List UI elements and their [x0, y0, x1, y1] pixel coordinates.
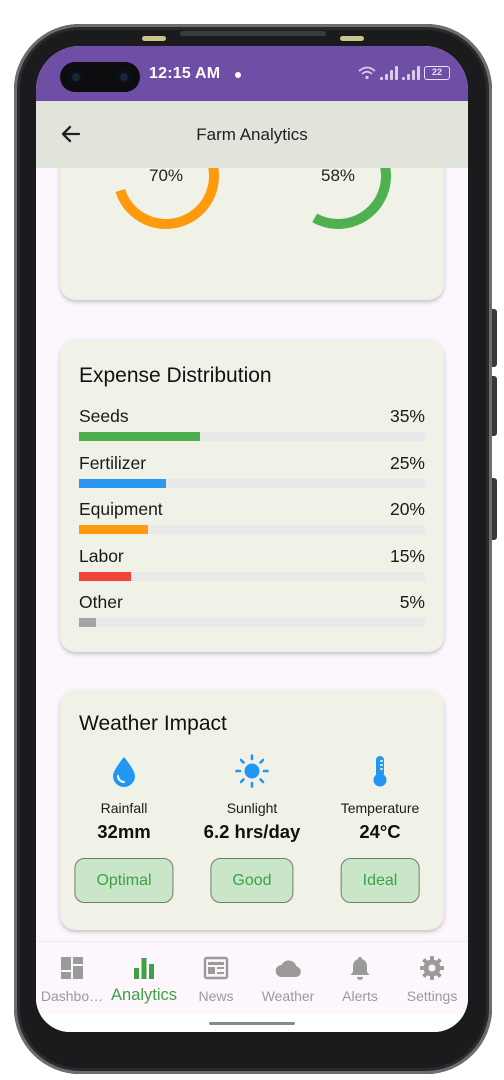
card-title: Expense Distribution	[79, 364, 272, 387]
notification-dot	[235, 72, 241, 78]
cloud-icon	[275, 960, 301, 978]
gauge-value: 58%	[320, 168, 356, 185]
expense-percent: 5%	[399, 592, 425, 612]
sun-icon	[235, 754, 269, 788]
weather-label: Temperature	[340, 800, 420, 816]
weather-value: 6.2 hrs/day	[203, 821, 301, 842]
nav-item-alerts[interactable]: Alerts	[324, 942, 396, 1014]
sensor-left	[142, 36, 166, 41]
expense-bar-fill	[79, 432, 201, 441]
nav-label: Weather	[261, 988, 315, 1004]
expense-label: Fertilizer	[79, 452, 147, 473]
gauge-value: 70%	[148, 168, 184, 185]
status-icons: 22	[358, 66, 450, 80]
water-drop-icon	[113, 757, 135, 787]
expense-percent: 15%	[389, 545, 425, 566]
progress-gauge: 58%	[280, 168, 396, 234]
analytics-content[interactable]: 70% 58% Expense Distribution Seeds 35% Fe…	[36, 168, 468, 941]
volume-down-button	[492, 376, 497, 436]
expense-label: Labor	[79, 545, 124, 566]
sensor-right	[340, 36, 364, 41]
weather-value: 32mm	[97, 821, 151, 842]
expense-bar-track	[79, 571, 425, 581]
expense-label: Seeds	[79, 406, 129, 426]
weather-label: Sunlight	[226, 800, 278, 816]
expense-bar-track	[79, 478, 425, 488]
expense-bar-fill	[79, 618, 97, 627]
weather-value: 24°C	[359, 821, 401, 842]
dashboard-icon	[61, 957, 83, 979]
weather-label: Rainfall	[100, 800, 148, 816]
nav-label: Settings	[406, 988, 458, 1004]
card-title: Weather Impact	[79, 712, 227, 735]
expense-label: Equipment	[79, 499, 163, 519]
expense-percent: 35%	[389, 406, 425, 426]
wifi-icon	[358, 66, 376, 80]
battery-icon: 22	[424, 66, 450, 80]
gear-icon	[420, 956, 445, 980]
expense-bar-fill	[79, 525, 149, 534]
expense-item: Other 5%	[79, 592, 425, 639]
signal-icon	[402, 66, 420, 80]
camera-lens	[117, 70, 131, 84]
weather-impact-card: Weather Impact Rainfall 32mm Optimal Sun…	[60, 690, 444, 930]
expense-distribution-card: Expense Distribution Seeds 35% Fertilizer…	[60, 340, 444, 652]
thermometer-icon	[373, 756, 387, 787]
expense-percent: 20%	[389, 499, 425, 519]
weather-metric-temperature: Temperature 24°C Ideal	[316, 754, 444, 914]
expense-bar-fill	[79, 571, 131, 581]
nav-label: Dashbo…	[40, 988, 104, 1004]
signal-icon	[380, 66, 398, 80]
expense-item: Seeds 35%	[79, 406, 425, 453]
expense-item: Fertilizer 25%	[79, 453, 425, 500]
screen: 12:15 AM 22 Farm Analytics 70% 58% Expen…	[36, 46, 468, 1032]
nav-label: Analytics	[111, 986, 178, 1004]
nav-item-dashboard[interactable]: Dashbo…	[36, 942, 108, 1014]
gauge-card: 70% 58%	[60, 168, 444, 300]
expense-item: Equipment 20%	[79, 499, 425, 546]
home-indicator[interactable]	[209, 1022, 295, 1025]
expense-bar-fill	[79, 478, 166, 488]
status-time: 12:15 AM	[149, 65, 221, 82]
weather-metric-sunlight: Sunlight 6.2 hrs/day Good	[188, 754, 316, 914]
earpiece	[180, 31, 326, 36]
status-badge: Optimal	[74, 858, 174, 903]
nav-item-analytics[interactable]: Analytics	[108, 942, 180, 1014]
status-badge: Good	[210, 858, 294, 903]
bar-chart-icon	[134, 958, 155, 979]
camera-lens	[69, 70, 83, 84]
expense-bar-track	[79, 432, 425, 441]
front-camera	[60, 62, 140, 92]
expense-percent: 25%	[389, 452, 425, 473]
nav-label: Alerts	[342, 988, 378, 1004]
app-bar: Farm Analytics	[36, 101, 468, 168]
nav-label: News	[198, 988, 234, 1004]
nav-item-weather[interactable]: Weather	[252, 942, 324, 1014]
status-bar: 12:15 AM 22	[36, 46, 468, 101]
page-title: Farm Analytics	[196, 125, 308, 144]
expense-bar-track	[79, 618, 425, 627]
nav-item-news[interactable]: News	[180, 942, 252, 1014]
status-badge: Ideal	[340, 858, 420, 903]
expense-label: Other	[79, 592, 123, 612]
expense-item: Labor 15%	[79, 546, 425, 593]
weather-metric-rainfall: Rainfall 32mm Optimal	[60, 754, 188, 914]
bell-icon	[350, 957, 370, 980]
newspaper-icon	[203, 956, 229, 980]
power-button	[492, 478, 497, 540]
nav-item-settings[interactable]: Settings	[396, 942, 468, 1014]
bottom-navigation: Dashbo… Analytics News Weather Alerts Se…	[36, 941, 468, 1014]
progress-gauge: 70%	[108, 168, 224, 234]
volume-up-button	[492, 309, 497, 367]
expense-bar-track	[79, 525, 425, 534]
